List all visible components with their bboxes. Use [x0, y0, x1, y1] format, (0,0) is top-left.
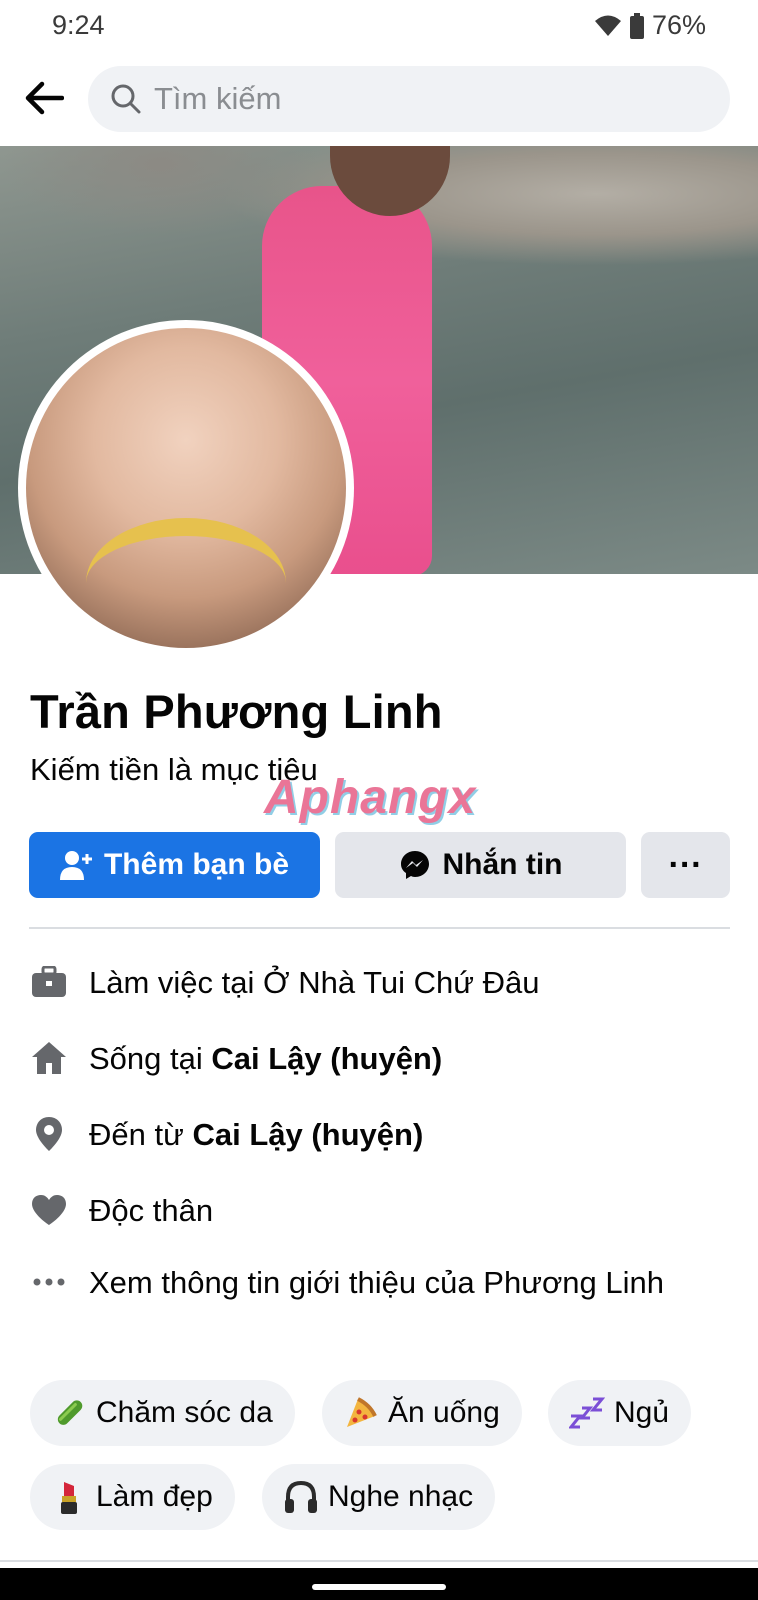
- add-friend-label: Thêm bạn bè: [103, 848, 290, 881]
- hobby-chip-sleep[interactable]: Ngủ: [548, 1380, 692, 1446]
- battery-percent: 76%: [651, 10, 706, 40]
- hobby-chip-label: Ăn uống: [388, 1396, 500, 1429]
- intro-see-about[interactable]: Xem thông tin giới thiệu của Phương Linh: [29, 1260, 730, 1306]
- hobby-chip-music[interactable]: Nghe nhạc: [262, 1464, 496, 1530]
- hobby-chip-label: Nghe nhạc: [328, 1480, 474, 1513]
- intro-lives-prefix: Sống tại: [89, 1041, 212, 1076]
- more-icon: ···: [668, 845, 703, 884]
- intro-from-text: Đến từ Cai Lậy (huyện): [89, 1112, 709, 1158]
- location-pin-icon: [29, 1114, 69, 1154]
- intro-relationship[interactable]: Độc thân: [29, 1188, 730, 1234]
- message-button[interactable]: Nhắn tin: [335, 832, 626, 898]
- back-arrow-icon: [25, 81, 64, 115]
- pizza-icon: [342, 1394, 380, 1432]
- intro-work[interactable]: Làm việc tại Ở Nhà Tui Chứ Đâu: [29, 960, 730, 1006]
- status-icons: 76%: [594, 10, 706, 41]
- status-bar: 9:24 76%: [0, 0, 758, 52]
- add-friend-icon: [59, 851, 92, 880]
- search-icon: [111, 84, 141, 114]
- home-icon: [29, 1038, 69, 1078]
- zzz-icon: [568, 1394, 606, 1432]
- intro-work-text: Làm việc tại Ở Nhà Tui Chứ Đâu: [89, 965, 540, 1000]
- intro-from-place[interactable]: Cai Lậy (huyện): [192, 1117, 423, 1152]
- hobby-chip-eating[interactable]: Ăn uống: [322, 1380, 522, 1446]
- hobby-chip-beauty[interactable]: Làm đẹp: [30, 1464, 235, 1530]
- intro-from-prefix: Đến từ: [89, 1117, 193, 1152]
- add-friend-button[interactable]: Thêm bạn bè: [29, 832, 320, 898]
- back-button[interactable]: [20, 76, 68, 120]
- intro-lives-place[interactable]: Cai Lậy (huyện): [211, 1041, 442, 1076]
- heart-icon: [29, 1190, 69, 1230]
- search-input[interactable]: [154, 81, 694, 117]
- profile-actions: Thêm bạn bè Nhắn tin ···: [29, 832, 730, 898]
- home-gesture-handle[interactable]: [312, 1584, 446, 1590]
- hobby-chip-label: Làm đẹp: [96, 1480, 213, 1513]
- intro-lives-text: Sống tại Cai Lậy (huyện): [89, 1036, 709, 1082]
- status-time: 9:24: [52, 10, 105, 40]
- search-bar[interactable]: [88, 66, 730, 132]
- search-header: [0, 62, 758, 134]
- more-options-button[interactable]: ···: [641, 832, 730, 898]
- hobby-chip-skincare[interactable]: Chăm sóc da: [30, 1380, 295, 1446]
- divider: [29, 927, 730, 929]
- intro-lives[interactable]: Sống tại Cai Lậy (huyện): [29, 1036, 730, 1082]
- message-label: Nhắn tin: [442, 848, 563, 881]
- lipstick-icon: [50, 1478, 88, 1516]
- cucumber-icon: [50, 1394, 88, 1432]
- section-divider: [0, 1560, 758, 1562]
- headphones-icon: [282, 1478, 320, 1516]
- more-dots-icon: [29, 1262, 69, 1302]
- profile-picture-detail: [86, 518, 286, 648]
- watermark: Aphangx: [264, 771, 477, 824]
- intro-relationship-text: Độc thân: [89, 1193, 214, 1228]
- battery-icon: [629, 12, 644, 39]
- intro-from[interactable]: Đến từ Cai Lậy (huyện): [29, 1112, 730, 1158]
- briefcase-icon: [29, 962, 69, 1002]
- wifi-icon: [594, 14, 622, 38]
- profile-picture-image: [26, 328, 346, 648]
- hobby-chip-label: Ngủ: [614, 1396, 670, 1429]
- profile-picture[interactable]: [18, 320, 354, 656]
- messenger-icon: [400, 851, 429, 879]
- intro-see-about-text: Xem thông tin giới thiệu của Phương Linh: [89, 1265, 664, 1300]
- profile-name: Trần Phương Linh: [30, 685, 443, 738]
- hobby-chip-label: Chăm sóc da: [96, 1396, 273, 1429]
